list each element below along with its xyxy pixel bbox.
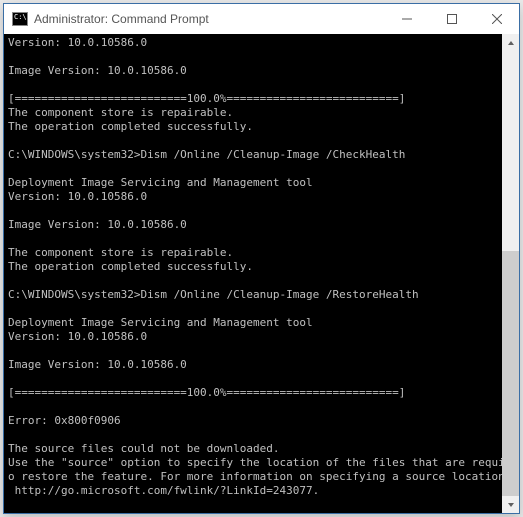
scroll-track[interactable] xyxy=(502,51,519,496)
console-output[interactable]: Version: 10.0.10586.0 Image Version: 10.… xyxy=(4,34,502,513)
command-prompt-window: Administrator: Command Prompt Version: 1… xyxy=(3,3,520,514)
scroll-down-button[interactable] xyxy=(502,496,519,513)
maximize-button[interactable] xyxy=(429,4,474,34)
window-controls xyxy=(384,4,519,34)
close-button[interactable] xyxy=(474,4,519,34)
window-title: Administrator: Command Prompt xyxy=(34,12,384,26)
scroll-up-button[interactable] xyxy=(502,34,519,51)
scroll-thumb[interactable] xyxy=(502,251,519,496)
console-area: Version: 10.0.10586.0 Image Version: 10.… xyxy=(4,34,519,513)
minimize-button[interactable] xyxy=(384,4,429,34)
titlebar[interactable]: Administrator: Command Prompt xyxy=(4,4,519,34)
vertical-scrollbar[interactable] xyxy=(502,34,519,513)
cmd-icon xyxy=(12,12,28,26)
